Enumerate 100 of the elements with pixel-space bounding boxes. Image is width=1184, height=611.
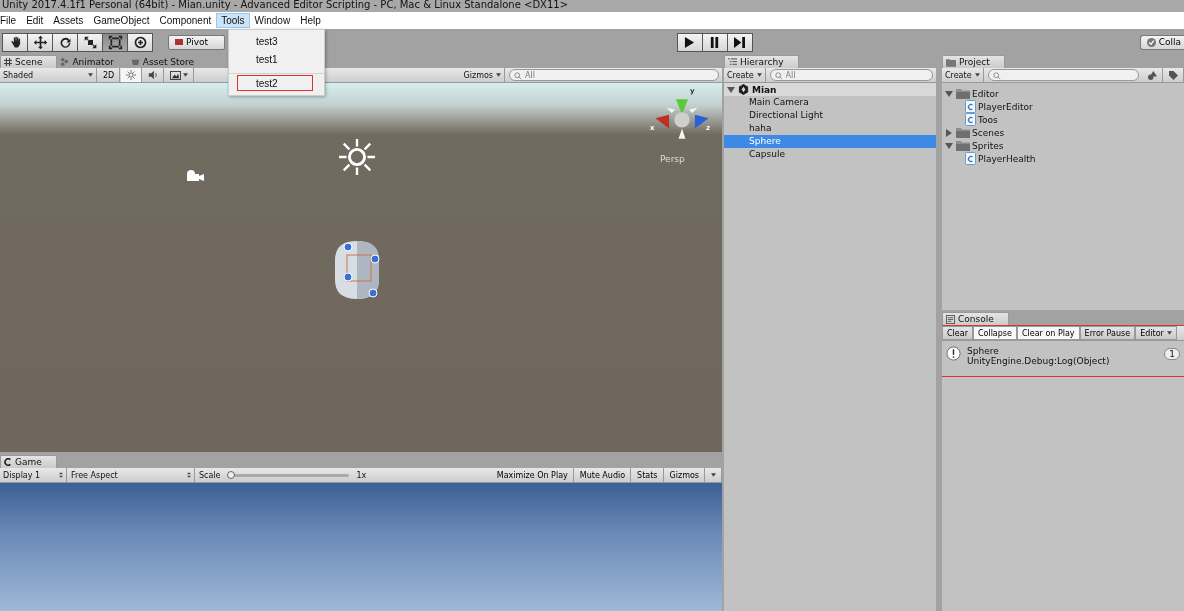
rect-tool-button[interactable]	[102, 32, 128, 52]
folder-icon	[956, 88, 970, 99]
caret-icon	[496, 73, 501, 77]
play-icon	[684, 36, 696, 48]
2d-toggle[interactable]: 2D	[98, 68, 121, 82]
shapes-icon	[1148, 70, 1157, 80]
script-asset-item[interactable]: PlayerHealth	[978, 153, 1036, 164]
panel-tab[interactable]: Project	[942, 55, 1005, 68]
script-file-icon	[965, 113, 976, 126]
grid-icon	[4, 58, 12, 66]
light-icon	[338, 138, 376, 176]
menu-item[interactable]: Edit	[21, 13, 49, 28]
scale-value: 1x	[355, 469, 368, 482]
log-trace[interactable]: UnityEngine.Debug:Log(Object)	[967, 356, 1159, 366]
speaker-icon	[148, 70, 159, 80]
console-toggle[interactable]: Clear on Play	[1016, 326, 1080, 340]
expanded-arrow-icon[interactable]	[945, 141, 953, 150]
move-tool-button[interactable]	[27, 32, 53, 52]
folder-item[interactable]: Sprites	[972, 140, 1004, 151]
menu-item[interactable]: GameObject	[88, 13, 155, 28]
up-down-arrows-icon	[187, 472, 191, 478]
hand-tool-button[interactable]	[2, 32, 28, 52]
check-icon	[1146, 37, 1156, 47]
folder-icon	[956, 127, 970, 138]
caret-icon	[974, 73, 980, 77]
scale-icon	[82, 34, 98, 50]
search-field[interactable]: All	[509, 69, 719, 81]
scale-tool-button[interactable]	[77, 32, 103, 52]
hierarchy-item[interactable]: haha	[724, 122, 936, 135]
projection-label[interactable]: Persp	[660, 154, 685, 164]
unity-logo-icon	[738, 84, 749, 95]
log-count-badge: 1	[1164, 348, 1180, 360]
script-file-icon	[965, 100, 976, 113]
menu-item[interactable]: Component	[154, 13, 217, 28]
toggle-button[interactable]: Maximize On Play	[491, 468, 574, 482]
script-asset-item[interactable]: Toos	[978, 114, 998, 125]
menu-item[interactable]: File	[0, 13, 22, 28]
pause-button[interactable]	[701, 32, 728, 52]
pause-icon	[709, 36, 721, 48]
console-toggle[interactable]: Editor	[1135, 326, 1177, 340]
folder-item[interactable]: Scenes	[972, 127, 1005, 138]
scale-label: Scale	[198, 469, 222, 482]
shading-dropdown[interactable]: Shaded	[0, 68, 97, 82]
search-field[interactable]: All	[769, 69, 933, 81]
hierarchy-item[interactable]: Directional Light	[724, 109, 936, 122]
collab-button[interactable]: Colla	[1139, 34, 1184, 50]
step-icon	[734, 36, 746, 48]
search-field[interactable]	[987, 69, 1139, 81]
script-asset-item[interactable]: PlayerEditor	[978, 101, 1033, 112]
panel-tab[interactable]: Scene	[0, 55, 58, 68]
expanded-arrow-icon[interactable]	[727, 85, 735, 94]
scale-slider[interactable]	[228, 473, 349, 477]
image-icon	[170, 70, 182, 80]
caret-icon	[1166, 331, 1172, 335]
toggle-button[interactable]: Stats	[632, 468, 664, 482]
caret-icon	[711, 473, 716, 477]
menu-item[interactable]: Help	[295, 13, 326, 28]
folder-item[interactable]: Editor	[972, 88, 999, 99]
panel-tab[interactable]: Hierarchy	[724, 55, 799, 68]
slider-thumb[interactable]	[226, 470, 235, 479]
panel-tab[interactable]: Animator	[57, 55, 128, 68]
play-button[interactable]	[676, 32, 703, 52]
panel-tab[interactable]: Console	[942, 312, 1009, 325]
expanded-arrow-icon[interactable]	[945, 89, 953, 98]
create-dropdown[interactable]: Create	[942, 68, 984, 82]
menu-option[interactable]: test1	[256, 53, 278, 65]
step-button[interactable]	[726, 32, 753, 52]
shopping-bag-icon	[130, 57, 140, 66]
log-message[interactable]: Sphere	[967, 346, 1159, 356]
console-toggle[interactable]: Error Pause	[1079, 326, 1136, 340]
caret-icon	[756, 73, 762, 77]
panel-tab[interactable]: Asset Store	[127, 55, 209, 68]
scene-name[interactable]: Mian	[752, 84, 777, 95]
collapsed-arrow-icon[interactable]	[945, 128, 953, 137]
transform-tool-button[interactable]	[127, 32, 153, 52]
toggle-button[interactable]: Gizmos	[664, 468, 705, 482]
menu-item[interactable]: Tools	[216, 13, 250, 28]
hierarchy-item[interactable]: Capsule	[724, 148, 936, 161]
rotate-tool-button[interactable]	[52, 32, 78, 52]
hierarchy-item[interactable]: Main Camera	[724, 96, 936, 109]
panel-tab[interactable]: Game	[0, 455, 57, 468]
console-toggle[interactable]: Clear	[942, 326, 973, 340]
lighting-toggle[interactable]	[121, 68, 143, 82]
pivot-button[interactable]: Pivot	[168, 34, 226, 50]
rect-tool-icon	[107, 34, 123, 50]
menu-option[interactable]: test3	[256, 35, 278, 47]
hierarchy-item[interactable]: Sphere	[724, 135, 936, 148]
aspect-dropdown[interactable]: Free Aspect	[68, 468, 195, 482]
folder-icon	[956, 140, 970, 151]
menu-item[interactable]: Assets	[48, 13, 89, 28]
animator-icon	[60, 57, 70, 66]
toggle-button[interactable]: Mute Audio	[574, 468, 632, 482]
console-toggle[interactable]: Collapse	[972, 326, 1017, 340]
list-icon	[728, 57, 737, 67]
window-title: Unity 2017.4.1f1 Personal (64bit) - Mian.unity - Advanced Editor Scripting - PC, Mac & Linux Standalone <DX11>	[2, 0, 569, 10]
gizmos-dropdown[interactable]: Gizmos	[460, 68, 505, 82]
create-dropdown[interactable]: Create	[724, 68, 766, 82]
caret-icon	[183, 73, 189, 77]
display-dropdown[interactable]: Display 1	[0, 468, 67, 482]
menu-item[interactable]: Window	[249, 13, 296, 28]
